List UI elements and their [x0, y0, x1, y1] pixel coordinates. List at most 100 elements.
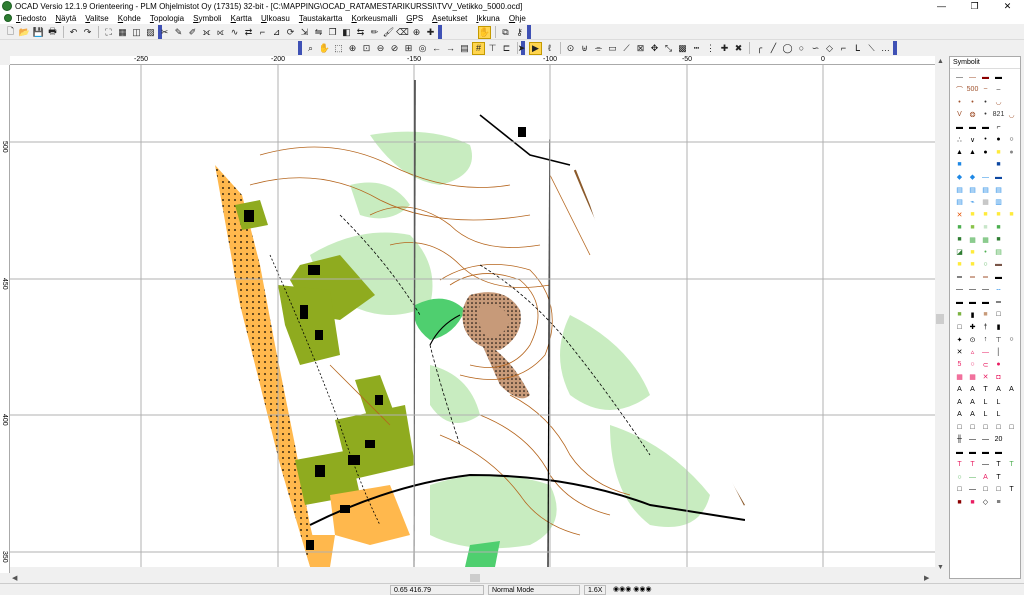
map-symbol-swatch-icon[interactable]: ⌐ [992, 121, 1005, 134]
hand-icon[interactable]: ✋ [478, 25, 491, 39]
map-symbol-swatch-icon[interactable]: A [966, 396, 979, 409]
redo-icon[interactable]: ↷ [81, 26, 94, 39]
map-symbol-swatch-icon[interactable]: ⊂ [979, 359, 992, 372]
pan-icon[interactable]: ✋ [318, 42, 331, 55]
minimize-button[interactable]: — [925, 0, 958, 12]
map-symbol-swatch-icon[interactable]: ● [979, 146, 992, 159]
map-symbol-swatch-icon[interactable]: • [966, 96, 979, 109]
map-symbol-swatch-icon[interactable]: 5 [953, 359, 966, 372]
map-symbol-swatch-icon[interactable]: ■ [953, 159, 966, 172]
scroll-right-icon[interactable]: ▶ [924, 574, 929, 582]
map-symbol-swatch-icon[interactable]: ● [992, 134, 1005, 147]
menu-gps[interactable]: GPS [406, 14, 423, 23]
symbol-fill-icon[interactable]: ▩ [676, 42, 689, 55]
more-tools-icon[interactable]: … [879, 42, 892, 55]
zoom-area-icon[interactable]: ⬚ [332, 42, 345, 55]
smooth-icon[interactable]: ∿ [228, 26, 241, 39]
map-symbol-swatch-icon[interactable]: ✦ [953, 334, 966, 347]
map-symbol-swatch-icon[interactable]: □ [1005, 421, 1018, 434]
menu-nayta[interactable]: Näytä [55, 14, 76, 23]
map-symbol-swatch-icon[interactable]: ▲ [966, 146, 979, 159]
map-symbol-swatch-icon[interactable]: T [1005, 484, 1018, 497]
horizontal-scroll-thumb[interactable] [470, 574, 480, 582]
map-canvas[interactable] [10, 65, 938, 567]
lasso-icon[interactable]: ℓ [543, 42, 556, 55]
menu-asetukset[interactable]: Asetukset [432, 14, 467, 23]
map-symbol-swatch-icon[interactable]: ▬ [992, 71, 1005, 84]
map-symbol-swatch-icon[interactable]: ▦ [979, 234, 992, 247]
open-file-icon[interactable]: 📂 [18, 26, 31, 39]
dash-icon[interactable]: ┅ [690, 42, 703, 55]
convert-icon[interactable]: ⇆ [354, 26, 367, 39]
map-symbol-swatch-icon[interactable]: ◡ [992, 96, 1005, 109]
map-symbol-swatch-icon[interactable]: □ [953, 421, 966, 434]
select-icon[interactable]: ➤ [515, 42, 528, 55]
map-symbol-swatch-icon[interactable]: — [953, 71, 966, 84]
map-symbol-swatch-icon[interactable]: ⌒ [953, 84, 966, 97]
map-symbol-swatch-icon[interactable] [1005, 309, 1018, 322]
map-symbol-swatch-icon[interactable]: ▬ [992, 271, 1005, 284]
map-symbol-swatch-icon[interactable]: ▬ [953, 296, 966, 309]
merge-icon[interactable]: ⊎ [578, 42, 591, 55]
map-symbol-swatch-icon[interactable]: ○ [1005, 334, 1018, 347]
straight-line-icon[interactable]: ╱ [767, 42, 780, 55]
map-symbol-swatch-icon[interactable]: — [966, 484, 979, 497]
map-symbol-swatch-icon[interactable]: — [966, 434, 979, 447]
map-symbol-swatch-icon[interactable]: ● [1005, 146, 1018, 159]
restore-button[interactable]: ❐ [958, 0, 991, 12]
map-symbol-swatch-icon[interactable]: • [979, 109, 992, 122]
map-symbol-swatch-icon[interactable]: ↑ [979, 334, 992, 347]
orienteering-map[interactable] [10, 65, 938, 567]
fill-icon[interactable]: ◧ [340, 26, 353, 39]
map-symbol-swatch-icon[interactable]: ▮ [966, 309, 979, 322]
map-symbol-swatch-icon[interactable]: ╌ [992, 284, 1005, 297]
scroll-left-icon[interactable]: ◀ [12, 574, 17, 582]
map-symbol-swatch-icon[interactable]: ⌁ [966, 196, 979, 209]
layers-icon[interactable]: ⧉ [499, 26, 512, 39]
zoom-out-icon[interactable]: ⊖ [374, 42, 387, 55]
map-symbol-swatch-icon[interactable]: ▦ [953, 371, 966, 384]
map-symbol-swatch-icon[interactable]: ■ [966, 209, 979, 222]
menu-kohde[interactable]: Kohde [118, 14, 141, 23]
map-symbol-swatch-icon[interactable]: • [979, 96, 992, 109]
map-symbol-swatch-icon[interactable]: □ [953, 484, 966, 497]
node-icon[interactable]: ⋮ [704, 42, 717, 55]
close-button[interactable]: ✕ [991, 0, 1024, 12]
map-symbol-swatch-icon[interactable]: ▬ [992, 259, 1005, 272]
map-symbol-swatch-icon[interactable]: ■ [979, 309, 992, 322]
map-symbol-swatch-icon[interactable] [1005, 434, 1018, 447]
menu-kartta[interactable]: Kartta [231, 14, 252, 23]
fit-page-icon[interactable]: ⛶ [102, 26, 115, 39]
map-symbol-swatch-icon[interactable]: ▤ [953, 196, 966, 209]
vertical-scrollbar[interactable]: ▲ ▼ [935, 56, 945, 573]
split-icon[interactable]: ⟖ [214, 26, 227, 39]
map-symbol-swatch-icon[interactable]: ▤ [992, 184, 1005, 197]
map-symbol-swatch-icon[interactable]: □ [979, 421, 992, 434]
map-symbol-swatch-icon[interactable]: ▵ [966, 346, 979, 359]
map-symbol-swatch-icon[interactable]: ▬ [979, 121, 992, 134]
map-symbol-swatch-icon[interactable]: ▬ [979, 71, 992, 84]
map-symbol-swatch-icon[interactable]: A [966, 384, 979, 397]
map-symbol-swatch-icon[interactable]: A [979, 471, 992, 484]
grid-toggle-icon[interactable]: # [472, 41, 485, 55]
menu-ohje[interactable]: Ohje [509, 14, 526, 23]
map-symbol-swatch-icon[interactable]: ✕ [953, 346, 966, 359]
back-icon[interactable]: ← [430, 42, 443, 55]
map-symbol-swatch-icon[interactable]: ✕ [979, 371, 992, 384]
map-symbol-swatch-icon[interactable]: • [979, 134, 992, 147]
map-symbol-swatch-icon[interactable]: ◡ [1005, 109, 1018, 122]
map-symbol-swatch-icon[interactable]: ~ [979, 84, 992, 97]
map-symbol-swatch-icon[interactable]: ◆ [953, 171, 966, 184]
map-symbol-swatch-icon[interactable]: — [953, 284, 966, 297]
map-symbol-swatch-icon[interactable]: ◇ [979, 496, 992, 509]
print-icon[interactable]: 🖶 [46, 26, 59, 39]
map-symbol-swatch-icon[interactable]: ▤ [992, 246, 1005, 259]
brush-icon[interactable]: 🖌 [382, 26, 395, 39]
map-symbol-swatch-icon[interactable] [1005, 259, 1018, 272]
map-symbol-swatch-icon[interactable]: ■ [966, 221, 979, 234]
map-symbol-swatch-icon[interactable] [1005, 359, 1018, 372]
map-symbol-swatch-icon[interactable] [1005, 246, 1018, 259]
map-symbol-swatch-icon[interactable]: ⊤ [992, 334, 1005, 347]
horizontal-scrollbar[interactable]: ◀ ▶ [10, 573, 935, 583]
map-symbol-swatch-icon[interactable] [1005, 346, 1018, 359]
